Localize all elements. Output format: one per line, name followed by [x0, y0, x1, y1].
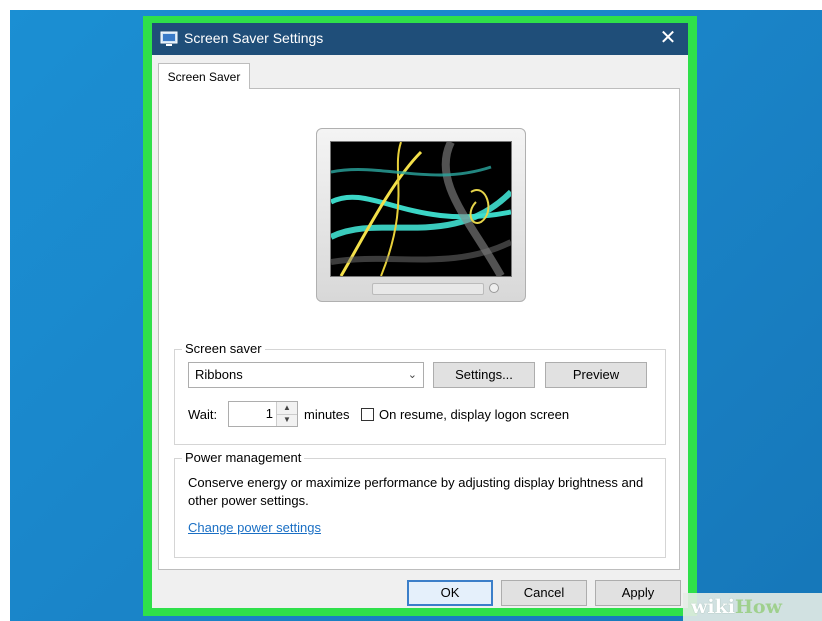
watermark-how: How — [734, 596, 782, 618]
wikihow-watermark: wikiHow — [683, 593, 822, 621]
wait-minutes-stepper[interactable]: 1 ▲ ▼ — [228, 401, 298, 427]
settings-button[interactable]: Settings... — [433, 362, 535, 388]
monitor-stand-slot — [372, 283, 484, 295]
tab-screen-saver[interactable]: Screen Saver — [158, 63, 250, 89]
spin-arrows: ▲ ▼ — [276, 402, 297, 426]
chevron-down-icon: ⌄ — [407, 369, 417, 381]
minutes-label: minutes — [304, 407, 350, 422]
monitor-power-dot — [489, 283, 499, 293]
ok-button[interactable]: OK — [407, 580, 493, 606]
screen-saver-group-label: Screen saver — [182, 341, 265, 356]
power-management-label: Power management — [182, 450, 305, 465]
monitor-preview — [316, 128, 526, 302]
power-description: Conserve energy or maximize performance … — [188, 475, 644, 508]
title-bar: Screen Saver Settings ✕ — [152, 23, 688, 55]
window-title: Screen Saver Settings — [184, 30, 324, 46]
apply-button[interactable]: Apply — [595, 580, 681, 606]
ribbons-preview-screen — [330, 141, 512, 277]
screen-saver-icon — [160, 31, 178, 46]
resume-logon-label[interactable]: On resume, display logon screen — [379, 407, 569, 422]
close-icon[interactable]: ✕ — [648, 23, 688, 55]
change-power-settings-link[interactable]: Change power settings — [188, 520, 321, 535]
screen-saver-dialog: Screen Saver Settings ✕ Screen Saver Scr… — [152, 23, 688, 608]
wait-value[interactable]: 1 — [266, 402, 273, 426]
preview-button[interactable]: Preview — [545, 362, 647, 388]
screen-saver-select[interactable]: Ribbons ⌄ — [188, 362, 424, 388]
cancel-button[interactable]: Cancel — [501, 580, 587, 606]
watermark-wiki: wiki — [691, 596, 735, 618]
spin-down-icon[interactable]: ▼ — [277, 414, 297, 426]
screen-saver-selected-value: Ribbons — [195, 367, 243, 382]
resume-logon-checkbox[interactable] — [361, 408, 374, 421]
wait-label: Wait: — [188, 407, 218, 422]
